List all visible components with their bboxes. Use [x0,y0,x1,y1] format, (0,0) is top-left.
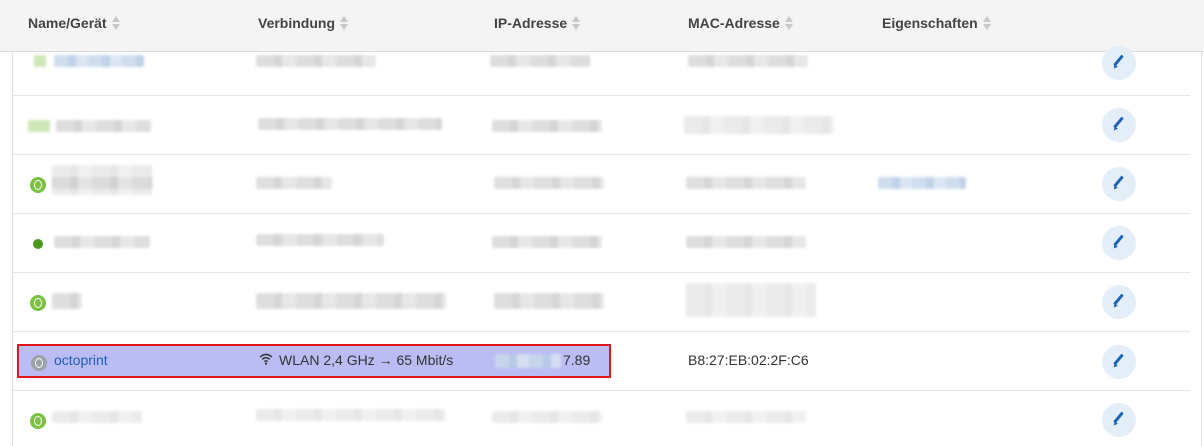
pencil-icon [1112,353,1125,369]
edit-button[interactable] [1102,345,1136,379]
redacted-name-bg [52,165,152,195]
redacted-mac [686,236,806,248]
column-header-connection-label: Verbindung [258,15,335,31]
redacted-connection [256,293,446,309]
pencil-icon [1112,411,1125,427]
redacted-ip [490,55,590,67]
redacted-connection [258,118,442,130]
wifi-icon [259,353,273,365]
ip-address-suffix: 7.89 [563,352,591,368]
redacted-connection [256,409,446,421]
globe-icon [30,295,46,311]
redacted-properties [878,177,966,189]
sort-icon [982,15,992,31]
table-row[interactable] [12,46,1190,96]
pencil-icon [1112,116,1125,132]
redacted-connection [256,234,384,246]
redacted-mac [688,55,808,67]
redacted-ip [494,293,604,309]
redacted-name [52,293,82,309]
redacted-ip [492,411,602,423]
sort-icon [340,15,349,31]
edit-button[interactable] [1102,403,1136,437]
table-row[interactable] [12,214,1190,273]
table-header: Name/Gerät Verbindung IP-Adresse MAC-Adr… [0,0,1204,52]
column-header-ip-label: IP-Adresse [494,15,568,31]
column-header-name[interactable]: Name/Gerät [28,15,121,31]
column-header-name-label: Name/Gerät [28,15,107,31]
mac-address: B8:27:EB:02:2F:C6 [688,352,809,368]
globe-icon [31,355,47,371]
redacted-name [56,120,151,132]
column-header-ip[interactable]: IP-Adresse [494,15,581,31]
edit-button[interactable] [1102,108,1136,142]
redacted-connection [256,177,332,189]
redacted-ip [492,120,602,132]
column-header-properties-label: Eigenschaften [882,15,978,31]
pencil-icon [1112,175,1125,191]
pencil-icon [1112,54,1125,70]
redacted-name [54,55,144,67]
table-row[interactable] [12,273,1190,332]
sort-icon [111,15,121,31]
sort-icon [784,15,794,31]
pencil-icon [1112,293,1125,309]
globe-icon [30,177,46,193]
table-row[interactable] [12,391,1190,446]
redacted-icon [28,120,50,132]
redacted-mac [686,283,816,317]
redacted-mac [686,411,806,423]
redacted-ip [492,236,602,248]
edit-button[interactable] [1102,285,1136,319]
redacted-mac [686,177,806,189]
device-name-link[interactable]: octoprint [54,352,108,368]
redacted-ip [494,177,604,189]
edit-button[interactable] [1102,46,1136,80]
status-dot-icon [33,239,43,249]
table-row[interactable] [12,96,1190,155]
redacted-name [52,411,142,423]
pencil-icon [1112,234,1125,250]
redacted-ip-prefix [495,354,561,368]
redacted-name [54,236,150,248]
table-row[interactable] [12,155,1190,214]
column-header-mac[interactable]: MAC-Adresse [688,15,794,31]
column-header-properties[interactable]: Eigenschaften [882,15,992,31]
highlight-box: octoprint WLAN 2,4 GHz → 65 Mbit/s 7.89 [17,344,611,378]
sort-icon [572,15,581,31]
column-header-connection[interactable]: Verbindung [258,15,349,31]
edit-button[interactable] [1102,167,1136,201]
edit-button[interactable] [1102,226,1136,260]
globe-icon [30,413,46,429]
redacted-connection [256,55,376,67]
column-header-mac-label: MAC-Adresse [688,15,780,31]
redacted-mac [684,116,834,134]
redacted-icon [34,55,46,67]
connection-text: WLAN 2,4 GHz → 65 Mbit/s [279,352,454,368]
